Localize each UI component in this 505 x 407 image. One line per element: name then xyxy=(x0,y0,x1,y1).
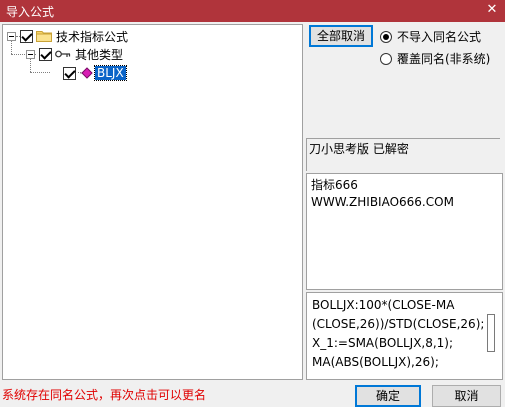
formula-tree[interactable]: 技术指标公式 其他类型 BLJX xyxy=(2,24,303,380)
collapse-icon[interactable] xyxy=(7,31,16,41)
radio-button[interactable] xyxy=(380,30,392,43)
radio-label: 不导入同名公式 xyxy=(397,30,482,44)
formula-line: X_1:=SMA(BOLLJX,8,1); xyxy=(312,336,454,350)
radio-label: 覆盖同名(非系统) xyxy=(397,52,491,66)
tree-node-root[interactable]: 技术指标公式 xyxy=(7,28,128,44)
cancel-button[interactable]: 取消 xyxy=(432,385,501,407)
folder-icon xyxy=(36,31,52,42)
collapse-icon[interactable] xyxy=(26,49,35,59)
tree-node-label: BLJX xyxy=(94,65,127,81)
title-bar: 导入公式 ✕ xyxy=(0,0,505,22)
key-icon xyxy=(55,50,71,58)
info-line: 指标666 xyxy=(311,178,358,192)
category-checkbox[interactable] xyxy=(39,47,52,61)
scrollbar-thumb[interactable] xyxy=(487,314,495,352)
tree-node-formula[interactable]: BLJX xyxy=(63,65,127,81)
clear-all-button[interactable]: 全部取消 xyxy=(309,25,373,47)
status-text: 刀小思考版 已解密 xyxy=(309,142,409,156)
radio-overwrite[interactable]: 覆盖同名(非系统) xyxy=(380,50,490,67)
ok-button[interactable]: 确定 xyxy=(355,385,421,407)
status-panel: 刀小思考版 已解密 xyxy=(306,138,500,171)
window-title: 导入公式 xyxy=(6,5,55,19)
formula-source-panel[interactable]: BOLLJX:100*(CLOSE-MA (CLOSE,26))/STD(CLO… xyxy=(306,292,503,380)
formula-icon xyxy=(80,67,93,79)
tree-node-category[interactable]: 其他类型 xyxy=(26,46,123,62)
formula-line: BOLLJX:100*(CLOSE-MA xyxy=(312,298,455,312)
formula-checkbox[interactable] xyxy=(63,66,76,80)
info-line: WWW.ZHIBIAO666.COM xyxy=(311,195,454,209)
root-checkbox[interactable] xyxy=(20,29,33,43)
tree-line xyxy=(30,72,50,73)
dialog-body: 技术指标公式 其他类型 BLJX 全部取消 不导入同名公式 覆盖同名(非系统) … xyxy=(0,22,505,407)
info-panel: 指标666 WWW.ZHIBIAO666.COM xyxy=(306,173,503,290)
tree-node-label: 技术指标公式 xyxy=(56,29,129,44)
warning-message: 系统存在同名公式，再次点击可以更名 xyxy=(2,388,207,402)
radio-no-import[interactable]: 不导入同名公式 xyxy=(380,28,481,45)
formula-line: MA(ABS(BOLLJX),26); xyxy=(312,355,439,369)
radio-button[interactable] xyxy=(380,52,392,65)
close-icon[interactable]: ✕ xyxy=(485,2,499,18)
formula-line: (CLOSE,26))/STD(CLOSE,26); xyxy=(312,317,485,331)
tree-node-label: 其他类型 xyxy=(75,47,124,62)
